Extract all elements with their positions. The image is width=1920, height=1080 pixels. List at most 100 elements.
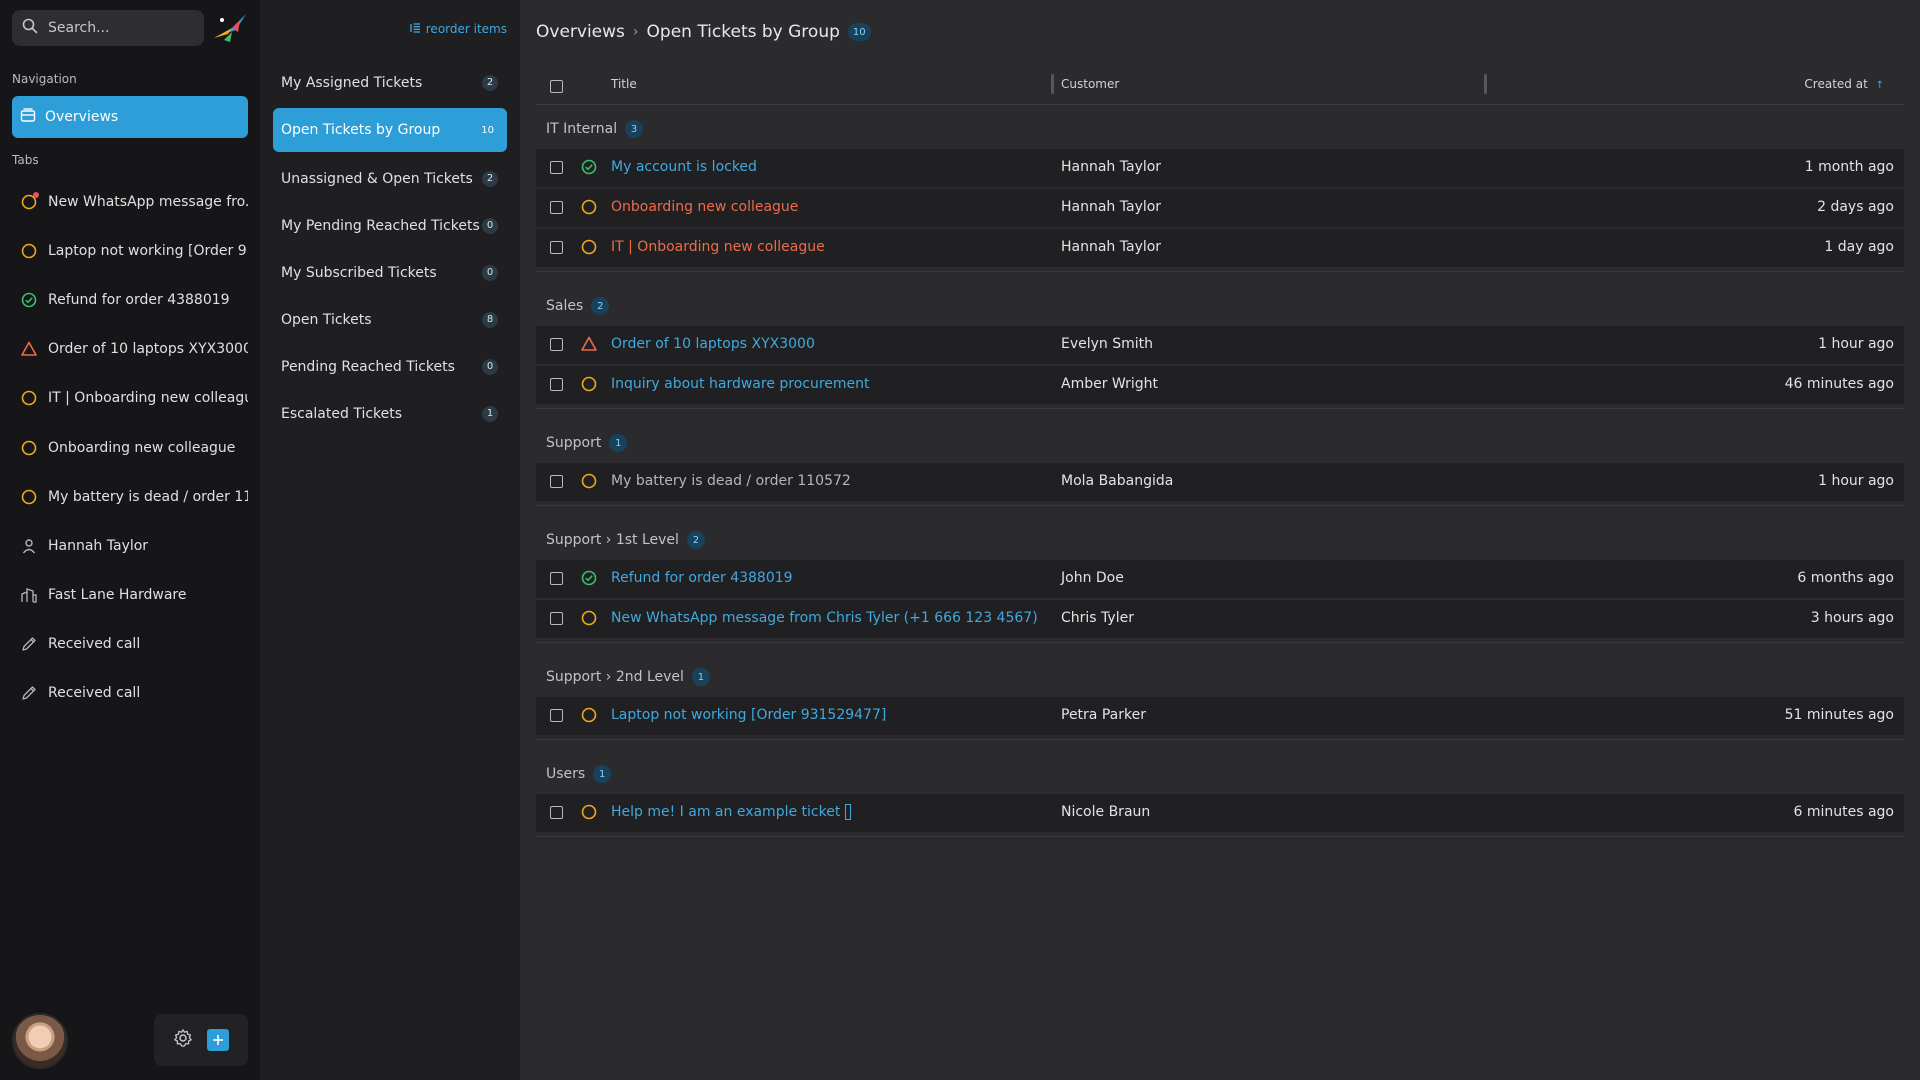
ticket-title-link[interactable]: New WhatsApp message from Chris Tyler (+… bbox=[611, 610, 1038, 626]
tab-item[interactable]: Fast Lane Hardware bbox=[12, 571, 248, 620]
ticket-created-at: 6 months ago bbox=[1797, 570, 1894, 586]
row-checkbox[interactable] bbox=[550, 709, 563, 722]
table-row[interactable]: My battery is dead / order 110572 Mola Ba… bbox=[536, 463, 1904, 501]
tab-label: Order of 10 laptops XYX3000 bbox=[48, 341, 248, 358]
circle-open-icon bbox=[20, 242, 38, 260]
search-icon bbox=[22, 18, 38, 38]
select-all-checkbox[interactable] bbox=[550, 80, 563, 93]
tab-label: Refund for order 4388019 bbox=[48, 291, 230, 308]
row-checkbox[interactable] bbox=[550, 572, 563, 585]
tabs-heading: Tabs bbox=[12, 153, 39, 167]
table-row[interactable]: Order of 10 laptops XYX3000 Evelyn Smith 1… bbox=[536, 326, 1904, 364]
ticket-title-link[interactable]: My account is locked bbox=[611, 159, 757, 175]
list-icon bbox=[410, 22, 421, 36]
table-row[interactable]: Onboarding new colleague Hannah Taylor 2 d… bbox=[536, 189, 1904, 227]
group-header: Support › 1st Level 2 bbox=[546, 531, 705, 549]
group-count-badge: 1 bbox=[691, 668, 710, 686]
warning-triangle-icon bbox=[580, 335, 600, 355]
app-logo-icon[interactable] bbox=[210, 10, 250, 46]
ticket-title-link[interactable]: Inquiry about hardware procurement bbox=[611, 376, 870, 392]
overview-item[interactable]: My Pending Reached Tickets 0 bbox=[273, 202, 507, 249]
group-count-badge: 1 bbox=[593, 765, 612, 783]
user-avatar[interactable] bbox=[12, 1013, 68, 1069]
tab-item[interactable]: New WhatsApp message fro... bbox=[12, 177, 248, 226]
ticket-customer: John Doe bbox=[1061, 570, 1124, 586]
row-checkbox[interactable] bbox=[550, 378, 563, 391]
ticket-customer: Nicole Braun bbox=[1061, 804, 1151, 820]
overview-item[interactable]: Unassigned & Open Tickets 2 bbox=[273, 155, 507, 202]
overview-item[interactable]: My Assigned Tickets 2 bbox=[273, 59, 507, 106]
table-row[interactable]: My account is locked Hannah Taylor 1 month… bbox=[536, 149, 1904, 187]
overview-item[interactable]: My Subscribed Tickets 0 bbox=[273, 249, 507, 296]
overview-item-label: My Subscribed Tickets bbox=[281, 264, 437, 281]
table-row[interactable]: Help me! I am an example ticket Nicole Br… bbox=[536, 794, 1904, 832]
gear-icon[interactable] bbox=[173, 1028, 193, 1052]
table-row[interactable]: Refund for order 4388019 John Doe 6 months… bbox=[536, 560, 1904, 598]
building-icon bbox=[20, 586, 38, 604]
tab-label: Received call bbox=[48, 685, 141, 702]
ticket-title-link[interactable]: IT | Onboarding new colleague bbox=[611, 239, 825, 255]
tab-item[interactable]: Hannah Taylor bbox=[12, 521, 248, 570]
column-customer[interactable]: Customer bbox=[1061, 77, 1119, 91]
tab-item[interactable]: Laptop not working [Order 9... bbox=[12, 226, 248, 275]
ticket-title-text: Laptop not working [Order 931529477] bbox=[611, 707, 887, 723]
tab-item[interactable]: Received call bbox=[12, 669, 248, 718]
breadcrumb-root[interactable]: Overviews bbox=[536, 22, 625, 42]
tab-item[interactable]: Order of 10 laptops XYX3000 bbox=[12, 325, 248, 374]
tab-item[interactable]: Received call bbox=[12, 620, 248, 669]
ticket-title-link[interactable]: My battery is dead / order 110572 bbox=[611, 473, 851, 489]
reorder-items-button[interactable]: reorder items bbox=[410, 22, 507, 36]
ticket-title-link[interactable]: Onboarding new colleague bbox=[611, 199, 798, 215]
tab-label: New WhatsApp message fro... bbox=[48, 193, 248, 210]
circle-open-icon bbox=[580, 238, 600, 258]
group-name: Support bbox=[546, 435, 602, 451]
group-count-badge: 2 bbox=[591, 297, 610, 315]
tab-item[interactable]: Onboarding new colleague bbox=[12, 423, 248, 472]
tab-item[interactable]: Refund for order 4388019 bbox=[12, 275, 248, 324]
overview-item[interactable]: Open Tickets by Group 10 bbox=[273, 108, 507, 152]
navigation-heading: Navigation bbox=[12, 72, 77, 86]
ticket-title-link[interactable]: Help me! I am an example ticket bbox=[611, 804, 852, 820]
row-checkbox[interactable] bbox=[550, 612, 563, 625]
table-row[interactable]: Laptop not working [Order 931529477] Petr… bbox=[536, 697, 1904, 735]
overviews-icon bbox=[20, 107, 36, 127]
ticket-title-text: Help me! I am an example ticket bbox=[611, 804, 841, 820]
column-created[interactable]: Created at ↑ bbox=[1804, 77, 1884, 91]
ticket-customer: Hannah Taylor bbox=[1061, 199, 1162, 215]
column-resize-handle[interactable] bbox=[1484, 74, 1487, 94]
tabs-list: New WhatsApp message fro... Laptop not wo… bbox=[12, 177, 248, 718]
ticket-title-text: My battery is dead / order 110572 bbox=[611, 473, 851, 489]
column-title[interactable]: Title bbox=[611, 77, 637, 91]
tab-item[interactable]: My battery is dead / order 11... bbox=[12, 472, 248, 521]
group-header: Support › 2nd Level 1 bbox=[546, 668, 710, 686]
group-name: Users bbox=[546, 766, 586, 782]
overview-item-count: 10 bbox=[481, 124, 494, 136]
nav-item-overviews[interactable]: Overviews bbox=[12, 96, 248, 138]
group-header: IT Internal 3 bbox=[546, 120, 644, 138]
column-resize-handle[interactable] bbox=[1051, 74, 1054, 94]
new-ticket-button[interactable] bbox=[207, 1029, 229, 1051]
ticket-title-link[interactable]: Refund for order 4388019 bbox=[611, 570, 793, 586]
search-input[interactable] bbox=[48, 20, 188, 36]
primary-sidebar: Navigation Overviews Tabs New WhatsApp m… bbox=[0, 0, 260, 1080]
circle-open-icon bbox=[20, 439, 38, 457]
table-row[interactable]: IT | Onboarding new colleague Hannah Tayl… bbox=[536, 229, 1904, 267]
ticket-customer: Mola Babangida bbox=[1061, 473, 1174, 489]
overview-item[interactable]: Open Tickets 8 bbox=[273, 296, 507, 343]
ticket-title-link[interactable]: Laptop not working [Order 931529477] bbox=[611, 707, 886, 723]
table-row[interactable]: New WhatsApp message from Chris Tyler (+… bbox=[536, 600, 1904, 638]
row-checkbox[interactable] bbox=[550, 241, 563, 254]
search-box[interactable] bbox=[12, 10, 204, 46]
overview-item[interactable]: Pending Reached Tickets 0 bbox=[273, 343, 507, 390]
row-checkbox[interactable] bbox=[550, 161, 563, 174]
overview-item[interactable]: Escalated Tickets 1 bbox=[273, 390, 507, 437]
table-row[interactable]: Inquiry about hardware procurement Amber … bbox=[536, 366, 1904, 404]
row-checkbox[interactable] bbox=[550, 475, 563, 488]
tab-item[interactable]: IT | Onboarding new colleague bbox=[12, 374, 248, 423]
row-checkbox[interactable] bbox=[550, 806, 563, 819]
overview-item-count: 2 bbox=[482, 74, 498, 91]
row-checkbox[interactable] bbox=[550, 201, 563, 214]
ticket-title-link[interactable]: Order of 10 laptops XYX3000 bbox=[611, 336, 815, 352]
group-divider bbox=[536, 505, 1904, 506]
row-checkbox[interactable] bbox=[550, 338, 563, 351]
